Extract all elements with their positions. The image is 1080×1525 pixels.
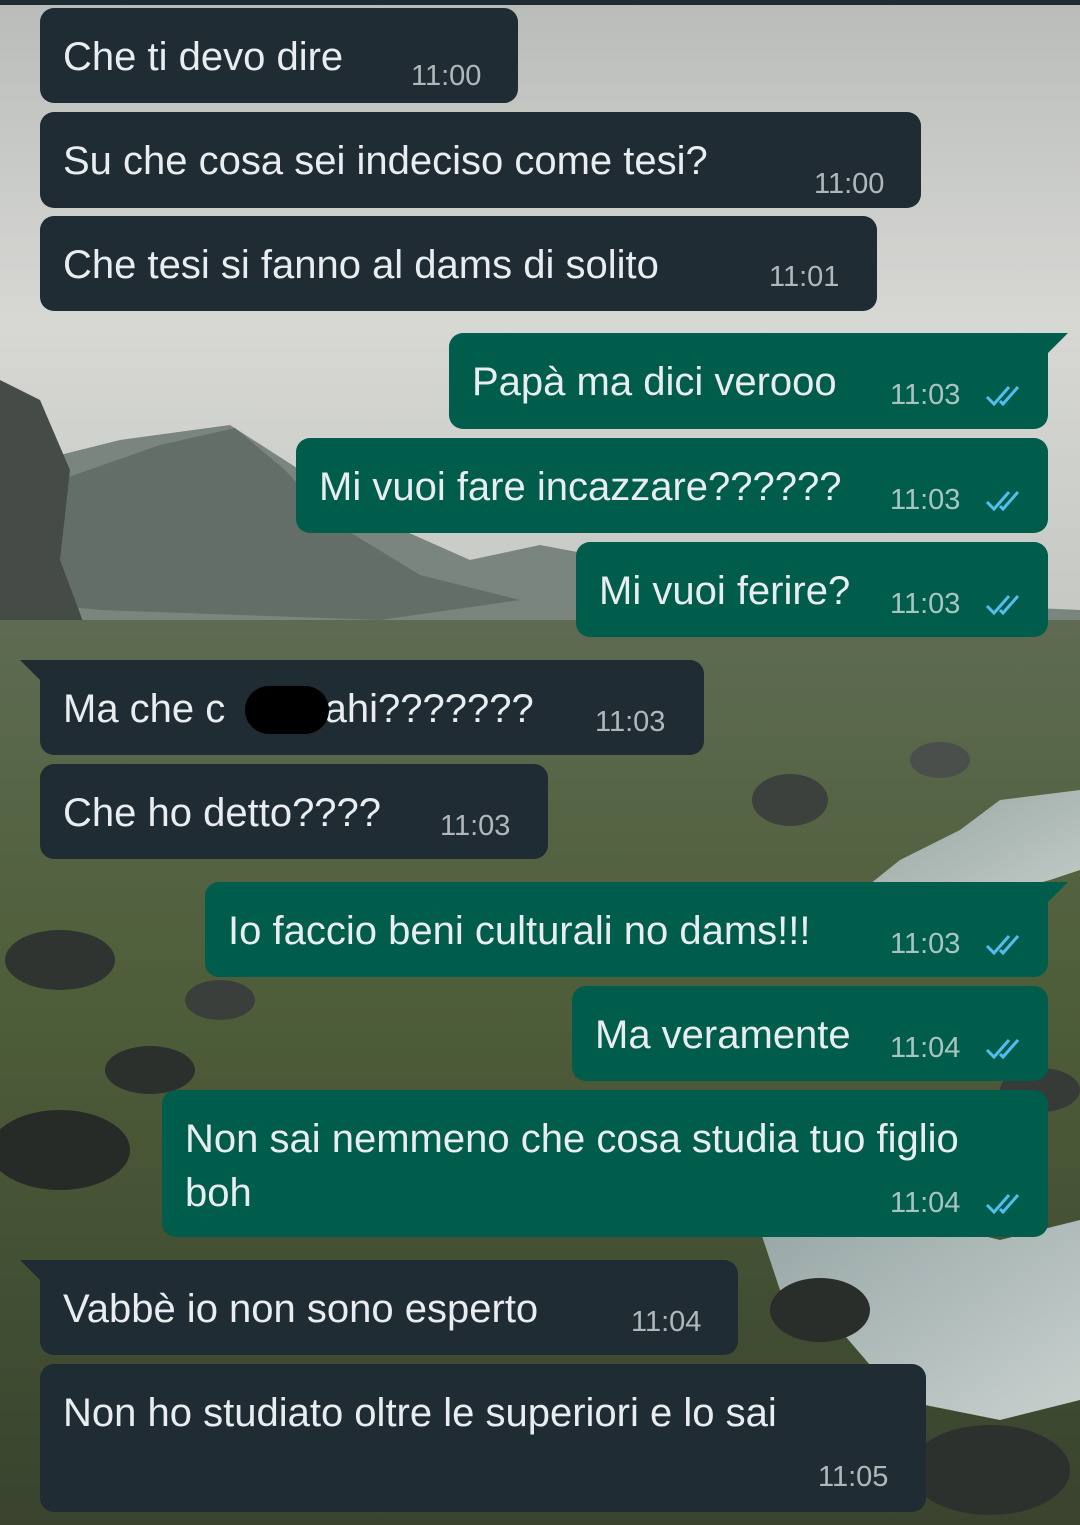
message-time: 11:03 [440,810,511,842]
incoming-message[interactable]: Che ho detto???? 11:03 [40,764,548,859]
bubble-tail [1044,882,1068,906]
message-text: Che tesi si fanno al dams di solito [63,243,659,287]
message-time: 11:00 [814,168,885,200]
message-text: Vabbè io non sono esperto [63,1287,539,1331]
incoming-message[interactable]: Ma che co ahi??????? 11:03 [40,660,704,755]
incoming-message[interactable]: Su che cosa sei indeciso come tesi? 11:0… [40,112,921,208]
message-text: Non ho studiato oltre le superiori e lo … [63,1391,777,1435]
message-time: 11:03 [890,928,961,960]
message-time: 11:04 [890,1187,961,1219]
message-text: Non sai nemmeno che cosa studia tuo figl… [185,1117,959,1215]
outgoing-message[interactable]: Mi vuoi fare incazzare?????? 11:03 [296,438,1048,533]
incoming-message[interactable]: Non ho studiato oltre le superiori e lo … [40,1364,926,1512]
double-check-icon [985,491,1020,512]
outgoing-message[interactable]: Io faccio beni culturali no dams!!! 11:0… [205,882,1048,977]
message-text: Su che cosa sei indeciso come tesi? [63,139,708,183]
message-time: 11:03 [890,588,961,620]
outgoing-message[interactable]: Non sai nemmeno che cosa studia tuo figl… [162,1090,1048,1237]
message-text: Che ho detto???? [63,791,382,835]
message-time: 11:00 [411,60,482,92]
incoming-message[interactable]: Che ti devo dire 11:00 [40,8,518,103]
message-time: 11:03 [890,484,961,516]
double-check-icon [985,935,1020,956]
message-time: 11:04 [890,1032,961,1064]
message-time: 11:05 [818,1461,889,1493]
message-text: Mi vuoi fare incazzare?????? [319,465,842,509]
redaction-mark [245,686,329,734]
message-text: Papà ma dici verooo [472,360,837,404]
outgoing-message[interactable]: Papà ma dici verooo 11:03 [449,333,1048,429]
message-text: Io faccio beni culturali no dams!!! [228,909,811,953]
incoming-message[interactable]: Vabbè io non sono esperto 11:04 [40,1260,738,1355]
double-check-icon [985,386,1020,407]
message-time: 11:03 [595,706,666,738]
incoming-message[interactable]: Che tesi si fanno al dams di solito 11:0… [40,216,877,311]
message-text: Ma veramente [595,1013,851,1057]
outgoing-message[interactable]: Ma veramente 11:04 [572,986,1048,1081]
message-text-part: Ma che c [63,687,226,731]
bubble-tail [1044,333,1068,357]
outgoing-message[interactable]: Mi vuoi ferire? 11:03 [576,542,1048,637]
status-bar-edge [0,0,1080,5]
message-time: 11:04 [631,1306,702,1338]
message-text: Mi vuoi ferire? [599,569,851,613]
double-check-icon [985,1039,1020,1060]
message-time: 11:03 [890,379,961,411]
double-check-icon [985,595,1020,616]
double-check-icon [985,1194,1020,1215]
message-text: Che ti devo dire [63,35,344,79]
message-time: 11:01 [769,261,840,293]
